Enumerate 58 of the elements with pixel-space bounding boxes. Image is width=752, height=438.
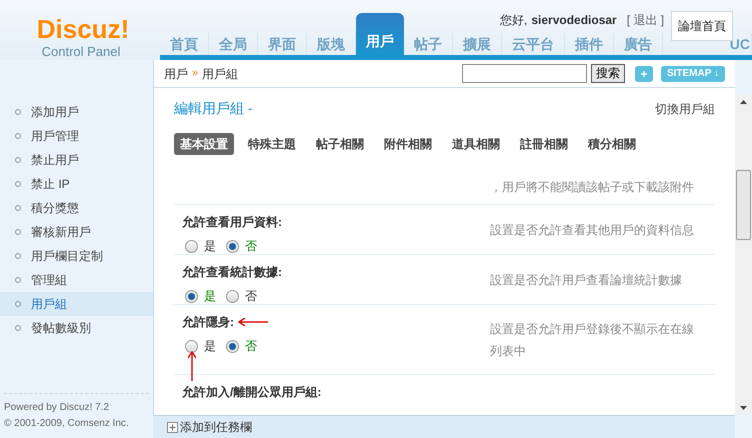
- breadcrumb-item[interactable]: 用戶: [164, 64, 188, 82]
- radio-button[interactable]: [185, 290, 198, 302]
- logout-link[interactable]: [ 退出 ]: [626, 13, 664, 27]
- sidebar-item[interactable]: 禁止 IP: [0, 172, 153, 196]
- scrollbar-thumb[interactable]: [736, 170, 751, 240]
- settings-tab[interactable]: 道具相關: [446, 133, 506, 155]
- sidebar-item[interactable]: 審核新用戶: [0, 220, 153, 244]
- setting-description: ，用戶將不能閱讀該帖子或下載該附件: [490, 179, 694, 196]
- sidebar-item[interactable]: 用戶欄目定制: [0, 244, 153, 268]
- search-field[interactable]: [462, 64, 587, 83]
- sidebar-item[interactable]: 積分獎懲: [0, 196, 153, 220]
- forum-home-button[interactable]: 論壇首頁: [671, 11, 733, 41]
- setting-description: 設置是否允許查看其他用戶的資料信息: [490, 222, 694, 238]
- footer-text: Powered by Discuz! 7.2: [4, 401, 110, 415]
- radio-button[interactable]: [185, 340, 198, 352]
- sidebar-item[interactable]: 禁止用戶: [0, 148, 153, 172]
- radio-button[interactable]: [226, 340, 239, 352]
- footer-text: © 2001-2009, Comsenz Inc.: [4, 417, 130, 431]
- taskbar-link[interactable]: 添加到任務欄: [180, 418, 252, 436]
- sidebar-item[interactable]: 添加用戶: [0, 100, 153, 124]
- search-button[interactable]: 搜索: [590, 64, 625, 83]
- sidebar-item[interactable]: 發帖數級別: [0, 316, 153, 340]
- option-label: 是: [204, 238, 216, 255]
- sidebar-item[interactable]: 用戶管理: [0, 124, 153, 148]
- option-label: 是: [204, 288, 216, 305]
- nav-tab[interactable]: 用戶: [356, 13, 404, 55]
- panel-title: 編輯用戶組 -: [174, 99, 253, 118]
- settings-tab[interactable]: 註冊相關: [514, 133, 574, 155]
- breadcrumb-item: »: [192, 66, 198, 82]
- settings-tab[interactable]: 帖子相關: [310, 133, 370, 155]
- setting-label: 允許加入/離開公眾用戶組:: [182, 384, 322, 401]
- switch-group-dropdown[interactable]: 切換用戶組: [655, 100, 715, 118]
- option-label: 是: [204, 338, 216, 355]
- option-label: 否: [245, 288, 257, 305]
- scroll-up-icon[interactable]: [740, 100, 747, 104]
- greeting-text: 您好,: [500, 13, 528, 27]
- radio-button[interactable]: [226, 290, 239, 302]
- scroll-down-icon[interactable]: [740, 406, 747, 410]
- logo-subtitle: Control Panel: [42, 43, 120, 61]
- setting-description: 設置是否允許用戶登錄後不顯示在在線列表中: [490, 320, 695, 360]
- settings-tab[interactable]: 附件相關: [378, 133, 438, 155]
- settings-tab[interactable]: 特殊主題: [242, 133, 302, 155]
- username: siervodediosar: [531, 13, 617, 27]
- radio-button[interactable]: [226, 240, 239, 252]
- logo-brand: Discuz!: [36, 16, 130, 42]
- settings-tab[interactable]: 基本設置: [174, 133, 234, 155]
- plus-icon: [167, 422, 178, 432]
- setting-description: 設置是否允許用戶查看論壇統計數據: [490, 272, 682, 288]
- option-label: 否: [245, 238, 257, 255]
- setting-label: 允許查看用戶資料:: [182, 214, 282, 231]
- settings-tab[interactable]: 積分相關: [582, 133, 642, 155]
- breadcrumb-item[interactable]: 用戶組: [202, 64, 238, 82]
- sidebar-item[interactable]: 管理組: [0, 268, 153, 292]
- radio-button[interactable]: [185, 240, 198, 252]
- option-label: 否: [245, 338, 257, 355]
- sidebar-item[interactable]: 用戶組: [0, 292, 153, 316]
- setting-label: 允許隱身:: [182, 314, 234, 331]
- setting-label: 允許查看統計數據:: [182, 264, 282, 281]
